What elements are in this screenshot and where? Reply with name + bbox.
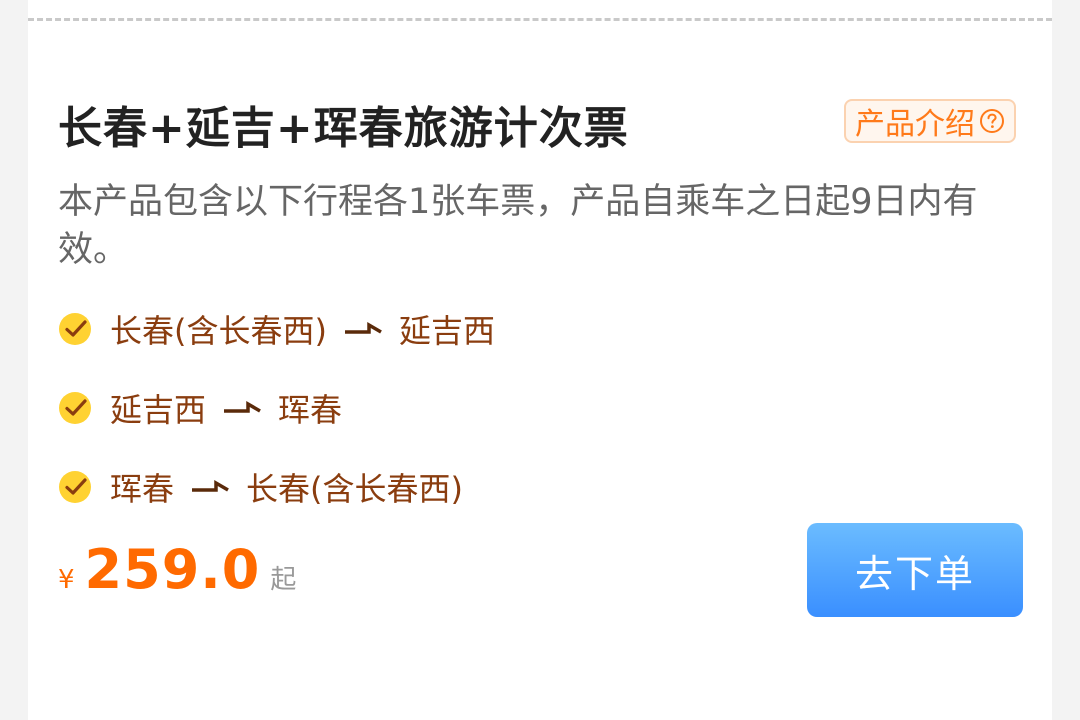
route-from: 长春(含长春西)	[110, 312, 327, 350]
arrow-right-icon	[344, 321, 382, 334]
route-to: 长春(含长春西)	[246, 470, 463, 508]
arrow-right-icon	[192, 479, 229, 492]
price-suffix: 起	[270, 565, 297, 595]
route-from: 珲春	[110, 470, 175, 508]
product-intro-label: 产品介绍	[855, 107, 975, 142]
price-block: ¥ 259.0 起	[58, 538, 296, 608]
check-circle-icon	[59, 313, 91, 345]
route-item: 长春(含长春西) 延吉西	[58, 306, 958, 352]
question-circle-icon	[980, 109, 1004, 133]
dashed-divider	[28, 18, 1052, 21]
product-card: 长春+延吉+珲春旅游计次票 产品介绍 本产品包含以下行程各1张车票，产品自乘车之…	[28, 0, 1052, 720]
route-item: 延吉西 珲春	[58, 385, 958, 431]
product-description: 本产品包含以下行程各1张车票，产品自乘车之日起9日内有效。	[58, 182, 978, 270]
price-amount: 259.0	[84, 538, 261, 601]
route-to: 延吉西	[398, 312, 495, 350]
route-from: 延吉西	[110, 391, 207, 429]
check-circle-icon	[59, 471, 91, 503]
check-circle-icon	[59, 392, 91, 424]
price-currency: ¥	[58, 565, 75, 595]
product-intro-button[interactable]: 产品介绍	[844, 99, 1016, 143]
route-item: 珲春 长春(含长春西)	[58, 464, 958, 510]
arrow-right-icon	[224, 400, 261, 413]
product-title: 长春+延吉+珲春旅游计次票	[58, 103, 629, 154]
route-list: 长春(含长春西) 延吉西 延吉西 珲春 珲春 长春(含长春西)	[58, 306, 958, 543]
place-order-button[interactable]: 去下单	[807, 523, 1023, 617]
route-to: 珲春	[278, 391, 343, 429]
